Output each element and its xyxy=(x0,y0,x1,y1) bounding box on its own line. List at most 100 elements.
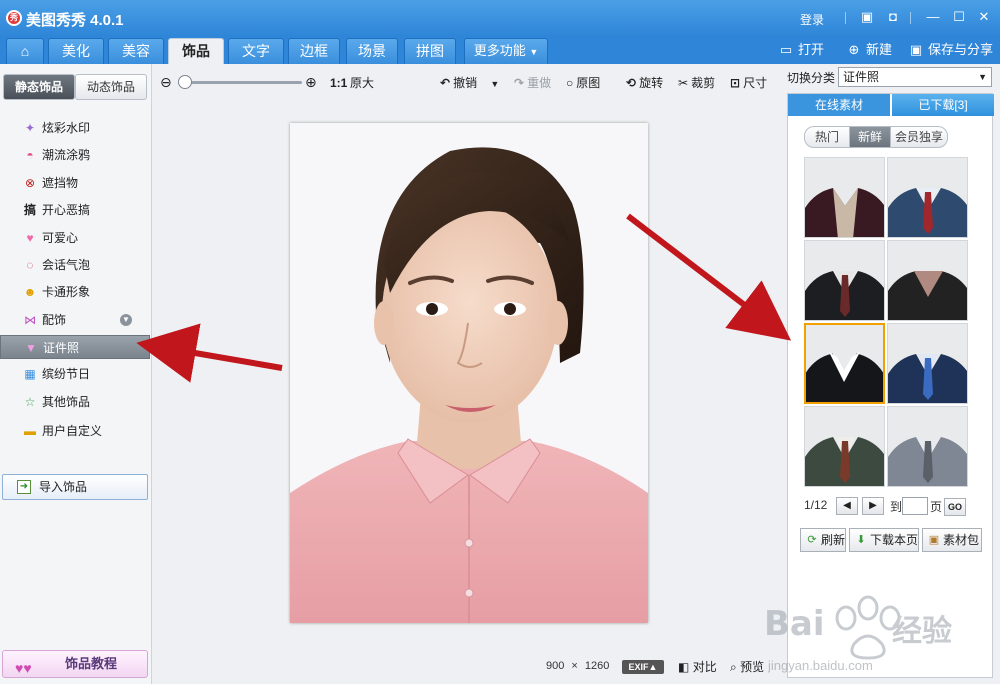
compare-button[interactable]: ◧ 对比 xyxy=(678,658,717,675)
switch-category-label: 切换分类 xyxy=(787,71,836,85)
original-size-button[interactable]: 原大 xyxy=(350,75,374,91)
tab-online-materials[interactable]: 在线素材 xyxy=(788,94,890,116)
filter-member[interactable]: 会员独享 xyxy=(890,126,948,148)
chevron-down-icon[interactable]: ▼ xyxy=(490,79,499,89)
original-image-button[interactable]: ○ 原图 xyxy=(566,75,600,91)
minimize-icon[interactable]: — xyxy=(924,8,942,26)
cartoon-icon: ☻ xyxy=(23,285,37,299)
save-share-button[interactable]: ▣ 保存与分享 xyxy=(908,41,993,59)
zoom-slider-thumb[interactable] xyxy=(178,75,192,89)
filter-new[interactable]: 新鲜 xyxy=(849,126,891,148)
suit-burgundy-image xyxy=(805,188,884,237)
tab-beautify[interactable]: 美化 xyxy=(48,38,104,64)
thumbnail-suit[interactable] xyxy=(804,157,885,238)
category-item[interactable]: ▦ 缤纷节日 xyxy=(0,362,150,386)
thumbnail-suit[interactable] xyxy=(804,240,885,321)
tab-home[interactable]: ⌂ xyxy=(6,38,44,64)
thumbnail-suit[interactable] xyxy=(887,323,968,404)
skin-icon[interactable]: ◘ xyxy=(884,8,902,26)
category-item[interactable]: ◌ 会话气泡 xyxy=(0,253,150,277)
close-icon[interactable]: ✕ xyxy=(975,8,993,26)
funny-icon: 搞 xyxy=(23,203,36,217)
tab-beauty[interactable]: 美容 xyxy=(108,38,164,64)
scissors-icon: ✂ xyxy=(678,76,689,90)
home-icon: ⌂ xyxy=(20,43,30,59)
next-page-button[interactable]: ▶ xyxy=(862,497,884,515)
chat-icon[interactable]: ▣ xyxy=(858,8,876,26)
app-logo-icon: 秀 xyxy=(6,10,22,26)
category-item-id-photo[interactable]: ▼ 证件照 xyxy=(0,335,150,359)
zoom-in-icon[interactable]: ⊕ xyxy=(305,74,317,91)
maximize-icon[interactable]: ☐ xyxy=(950,8,968,26)
import-accessory-button[interactable]: ➜ 导入饰品 xyxy=(2,474,148,500)
more-features-label: 更多功能 xyxy=(473,43,526,58)
zoom-slider[interactable] xyxy=(180,81,302,84)
exif-button[interactable]: EXIF▲ xyxy=(622,660,664,674)
package-icon: ▣ xyxy=(928,534,940,546)
tab-dynamic-accessories[interactable]: 动态饰品 xyxy=(75,74,147,100)
folder-open-icon: ▭ xyxy=(779,42,793,57)
go-button[interactable]: GO xyxy=(944,498,966,516)
accessory-tutorial-button[interactable]: ♥♥ 饰品教程 xyxy=(2,650,148,678)
actual-size-ratio[interactable]: 1:1 xyxy=(330,75,347,91)
resize-button[interactable]: ⊡ 尺寸 xyxy=(730,75,767,91)
tab-scene[interactable]: 场景 xyxy=(346,38,398,64)
download-page-button[interactable]: ⬇ 下载本页 xyxy=(849,528,919,552)
tab-more-features[interactable]: 更多功能 ▼ xyxy=(464,38,548,64)
lips-icon: ◓ xyxy=(26,148,34,162)
category-item[interactable]: ⋈ 配饰 ▼ xyxy=(0,308,150,332)
crop-button[interactable]: ✂ 裁剪 xyxy=(678,75,715,91)
thumbnail-suit[interactable] xyxy=(887,157,968,238)
compare-icon: ◧ xyxy=(678,660,690,674)
category-select[interactable]: 证件照 ▼ xyxy=(838,67,992,87)
folder-icon: ▬ xyxy=(24,424,36,438)
mask-icon: ⊗ xyxy=(24,176,36,190)
tab-collage[interactable]: 拼图 xyxy=(404,38,456,64)
sparkle-icon: ✦ xyxy=(24,121,36,135)
category-item[interactable]: ☆ 其他饰品 xyxy=(0,390,150,414)
thumbnail-suit-selected[interactable] xyxy=(804,323,885,404)
category-item[interactable]: ◓ 潮流涂鸦 xyxy=(0,143,150,167)
category-item[interactable]: 搞 开心恶搞 xyxy=(0,198,150,222)
thumbnail-suit[interactable] xyxy=(887,240,968,321)
tab-accessories[interactable]: 饰品 xyxy=(168,38,224,64)
zoom-out-icon[interactable]: ⊖ xyxy=(160,74,172,91)
category-item[interactable]: ▬ 用户自定义 xyxy=(0,419,150,443)
thumbnail-suit[interactable] xyxy=(804,406,885,487)
open-button[interactable]: ▭ 打开 xyxy=(778,41,824,59)
title-bar: 秀 美图秀秀 4.0.1 登录 ▣ ◘ — ☐ ✕ xyxy=(0,0,1000,36)
baidu-watermark: Bai 经验 jingyan.baidu.com xyxy=(758,584,994,680)
shirt-icon: ▼ xyxy=(25,341,37,355)
page-number-input[interactable] xyxy=(902,497,928,515)
category-item[interactable]: ☻ 卡通形象 xyxy=(0,280,150,304)
chevron-right-icon: ▶ xyxy=(869,500,877,511)
prev-page-button[interactable]: ◀ xyxy=(836,497,858,515)
refresh-button[interactable]: ⟳ 刷新 xyxy=(800,528,846,552)
import-icon: ➜ xyxy=(17,480,31,494)
chevron-down-icon: ▼ xyxy=(529,47,539,57)
rotate-button[interactable]: ⟲ 旋转 xyxy=(626,75,663,91)
divider xyxy=(910,12,911,24)
category-item[interactable]: ✦ 炫彩水印 xyxy=(0,116,150,140)
category-item[interactable]: ♥ 可爱心 xyxy=(0,226,150,250)
filter-hot[interactable]: 热门 xyxy=(804,126,850,148)
tab-static-accessories[interactable]: 静态饰品 xyxy=(3,74,75,100)
watermark-url: jingyan.baidu.com xyxy=(768,658,873,673)
login-link[interactable]: 登录 xyxy=(800,11,824,28)
thumbnail-suit[interactable] xyxy=(887,406,968,487)
tab-downloaded[interactable]: 已下载[3] xyxy=(892,94,994,116)
redo-icon: ↷ xyxy=(514,76,525,90)
expand-icon[interactable]: ▼ xyxy=(120,314,132,326)
suit-black-tie-image xyxy=(805,271,884,320)
tab-border[interactable]: 边框 xyxy=(288,38,340,64)
image-canvas[interactable] xyxy=(290,123,648,623)
material-package-button[interactable]: ▣ 素材包 xyxy=(922,528,982,552)
watermark-brand: Bai xyxy=(764,604,825,644)
new-button[interactable]: ⊕ 新建 xyxy=(846,41,892,59)
page-indicator: 1/12 xyxy=(804,498,828,512)
redo-button[interactable]: ↷ 重做 xyxy=(514,75,551,91)
gift-icon: ▦ xyxy=(24,367,36,381)
category-item[interactable]: ⊗ 遮挡物 xyxy=(0,171,150,195)
tab-text[interactable]: 文字 xyxy=(228,38,284,64)
undo-button[interactable]: ↶ 撤销 ▼ xyxy=(440,75,499,92)
